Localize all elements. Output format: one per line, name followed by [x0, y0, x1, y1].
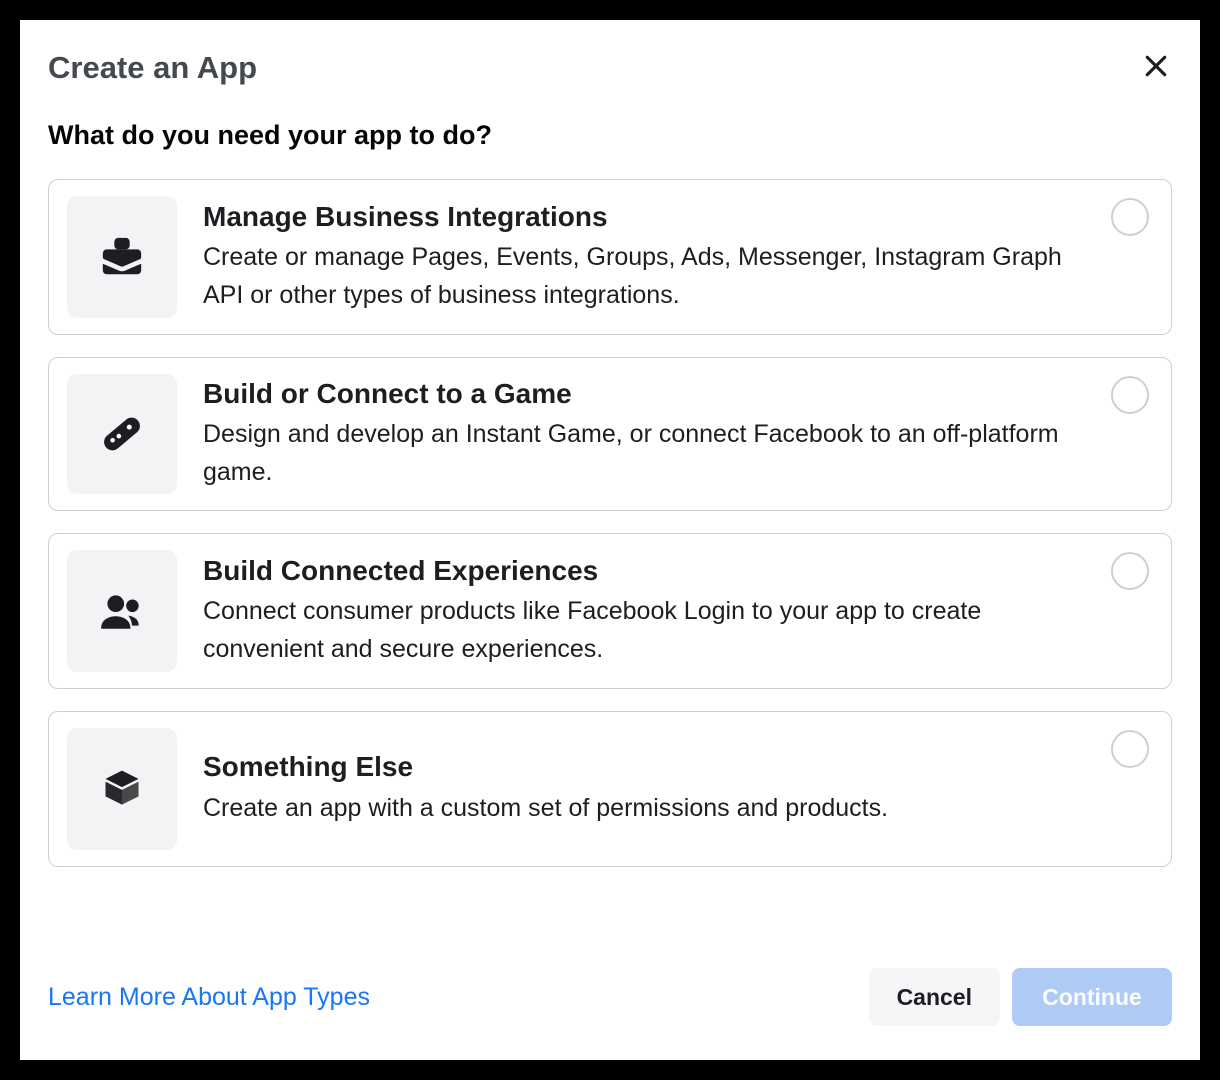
- option-text: Manage Business Integrations Create or m…: [203, 200, 1149, 315]
- option-title: Build or Connect to a Game: [203, 377, 1089, 411]
- cancel-button[interactable]: Cancel: [869, 968, 1000, 1026]
- close-icon: [1141, 51, 1171, 81]
- continue-button[interactable]: Continue: [1012, 968, 1172, 1026]
- option-something-else[interactable]: Something Else Create an app with a cust…: [48, 711, 1172, 867]
- option-build-connected-experiences[interactable]: Build Connected Experiences Connect cons…: [48, 533, 1172, 689]
- radio-indicator[interactable]: [1111, 198, 1149, 236]
- modal-title: Create an App: [48, 50, 257, 86]
- option-text: Build Connected Experiences Connect cons…: [203, 554, 1149, 669]
- modal-subtitle: What do you need your app to do?: [48, 120, 1172, 151]
- gamepad-icon: [97, 409, 147, 459]
- option-text: Something Else Create an app with a cust…: [203, 750, 1149, 827]
- radio-indicator[interactable]: [1111, 552, 1149, 590]
- radio-indicator[interactable]: [1111, 730, 1149, 768]
- option-icon-box: [67, 374, 177, 494]
- option-desc: Design and develop an Instant Game, or c…: [203, 416, 1089, 491]
- footer-buttons: Cancel Continue: [869, 968, 1172, 1026]
- option-icon-box: [67, 196, 177, 318]
- learn-more-link[interactable]: Learn More About App Types: [48, 983, 370, 1012]
- option-desc: Create an app with a custom set of permi…: [203, 790, 1089, 828]
- option-desc: Create or manage Pages, Events, Groups, …: [203, 239, 1089, 314]
- radio-indicator[interactable]: [1111, 376, 1149, 414]
- option-icon-box: [67, 550, 177, 672]
- option-desc: Connect consumer products like Facebook …: [203, 593, 1089, 668]
- option-manage-business-integrations[interactable]: Manage Business Integrations Create or m…: [48, 179, 1172, 335]
- cube-icon: [100, 767, 144, 811]
- option-icon-box: [67, 728, 177, 850]
- option-title: Manage Business Integrations: [203, 200, 1089, 234]
- option-list: Manage Business Integrations Create or m…: [48, 179, 1172, 867]
- modal-header: Create an App: [48, 50, 1172, 86]
- users-icon: [97, 586, 147, 636]
- close-button[interactable]: [1140, 50, 1172, 82]
- modal-footer: Learn More About App Types Cancel Contin…: [48, 948, 1172, 1026]
- briefcase-icon: [99, 234, 145, 280]
- option-text: Build or Connect to a Game Design and de…: [203, 377, 1149, 492]
- option-title: Build Connected Experiences: [203, 554, 1089, 588]
- option-build-connect-game[interactable]: Build or Connect to a Game Design and de…: [48, 357, 1172, 511]
- create-app-modal: Create an App What do you need your app …: [20, 20, 1200, 1060]
- option-title: Something Else: [203, 750, 1089, 784]
